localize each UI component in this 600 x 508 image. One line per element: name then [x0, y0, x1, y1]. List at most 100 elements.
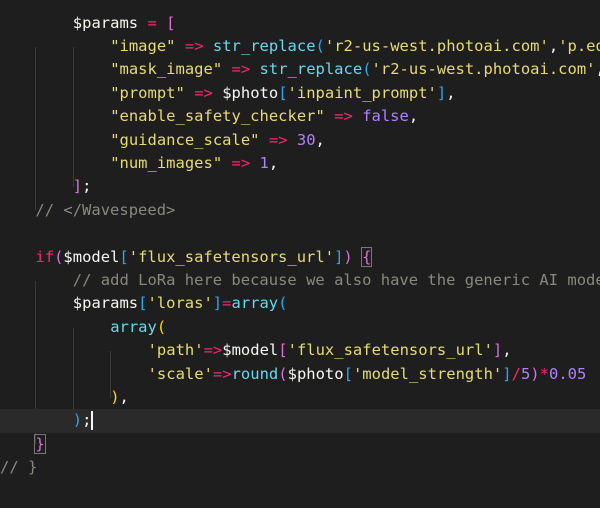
code-token: ]	[502, 364, 512, 383]
code-token: *	[539, 364, 549, 383]
code-token: =>	[231, 60, 251, 79]
code-token: ]	[436, 83, 447, 102]
code-line[interactable]: );	[0, 409, 600, 433]
code-token: =>	[212, 364, 232, 383]
code-token: $photo	[222, 83, 279, 102]
code-line[interactable]: "image" => str_replace('r2-us-west.photo…	[0, 35, 600, 58]
code-line[interactable]: $params = [	[0, 12, 600, 35]
code-token: (	[362, 60, 372, 79]
code-line[interactable]: 'path'=>$model['flux_safetensors_url'],	[0, 339, 600, 362]
code-editor[interactable]: $params = ["image" => str_replace('r2-us…	[0, 0, 600, 508]
code-token: (	[54, 247, 64, 266]
code-token: 'flux_safetensors_url'	[287, 341, 493, 360]
code-token: =	[147, 13, 157, 32]
code-token: ,	[408, 107, 419, 126]
code-token: round	[231, 364, 279, 383]
code-line[interactable]	[0, 222, 600, 245]
code-token: ]	[334, 247, 344, 266]
code-token: (	[156, 317, 167, 336]
code-line[interactable]: "mask_image" => str_replace('r2-us-west.…	[0, 58, 600, 81]
code-token: 1	[259, 154, 269, 172]
code-token: array	[110, 317, 157, 336]
code-token: $params	[72, 294, 139, 313]
code-line[interactable]: "enable_safety_checker" => false,	[0, 105, 600, 128]
code-token: =>	[194, 83, 213, 102]
code-token: =>	[334, 107, 353, 126]
code-token: "mask_image"	[110, 60, 223, 79]
code-token: $params	[72, 13, 139, 32]
code-token: // </Wavespeed>	[35, 200, 176, 219]
code-token: )	[72, 411, 83, 430]
code-token: ;	[82, 177, 92, 196]
code-token: )	[110, 388, 120, 406]
code-line[interactable]: // add LoRa here because we also have th…	[0, 269, 600, 292]
code-token: =>	[203, 341, 223, 360]
code-line[interactable]: "prompt" => $photo['inpaint_prompt'],	[0, 82, 600, 105]
code-token: 'inpaint_prompt'	[287, 83, 437, 102]
code-token: 30	[296, 130, 316, 149]
code-token: ,	[446, 83, 456, 102]
code-token: ,	[596, 60, 600, 78]
code-token: (	[315, 37, 325, 55]
code-token: [	[278, 341, 288, 360]
code-token: }	[34, 433, 46, 454]
code-token: )	[530, 364, 540, 383]
code-token: str_replace	[212, 37, 316, 55]
code-token: ]	[72, 177, 83, 196]
code-token: "prompt"	[110, 83, 185, 102]
code-line[interactable]: ];	[0, 175, 600, 198]
code-token: ,	[268, 154, 279, 172]
code-line[interactable]: if($model['flux_safetensors_url']) {	[0, 246, 600, 269]
code-token: array	[231, 294, 279, 313]
code-token: 'scale'	[147, 364, 213, 383]
code-token: 'r2-us-west.photoai.com'	[371, 60, 596, 79]
code-token: ,	[548, 37, 559, 55]
code-token: ]	[212, 294, 223, 313]
code-line[interactable]: $params['loras']=array(	[0, 292, 600, 315]
code-token: ,	[119, 388, 129, 406]
code-token: 'p.ed	[558, 37, 600, 55]
code-token: )	[343, 247, 353, 266]
code-token: 'model_strength'	[352, 364, 503, 383]
code-line[interactable]: }	[0, 433, 600, 456]
code-token: "num_images"	[110, 154, 223, 172]
code-token: ;	[82, 411, 92, 430]
code-token: [	[119, 247, 129, 266]
code-token: if	[35, 247, 55, 266]
code-token: (	[278, 364, 288, 383]
code-token: /	[511, 364, 521, 383]
code-line[interactable]: "num_images" => 1,	[0, 152, 600, 175]
code-token: $photo	[287, 364, 344, 383]
code-line[interactable]: // </Wavespeed>	[0, 199, 600, 222]
code-token: $model	[63, 247, 120, 266]
code-token: // }	[0, 458, 38, 477]
code-token: =>	[184, 37, 204, 55]
code-token: =>	[231, 154, 251, 172]
code-token: 5	[520, 364, 531, 383]
code-line[interactable]: "guidance_scale" => 30,	[0, 129, 600, 152]
code-token: // add LoRa here because we also have th…	[72, 271, 600, 289]
code-line[interactable]: ),	[0, 386, 600, 409]
code-token: "guidance_scale"	[110, 130, 260, 149]
text-cursor	[91, 411, 94, 431]
code-line[interactable]: array(	[0, 316, 600, 339]
code-token: (	[278, 294, 288, 313]
code-token: [	[278, 83, 288, 102]
code-token: 'loras'	[147, 294, 213, 313]
code-line[interactable]: 'scale'=>round($photo['model_strength']/…	[0, 363, 600, 386]
code-token: 0.05	[548, 364, 587, 383]
code-token: ,	[315, 130, 325, 149]
code-token: str_replace	[259, 60, 363, 79]
code-line[interactable]: // }	[0, 456, 600, 479]
code-token: 'r2-us-west.photoai.com'	[324, 37, 549, 55]
